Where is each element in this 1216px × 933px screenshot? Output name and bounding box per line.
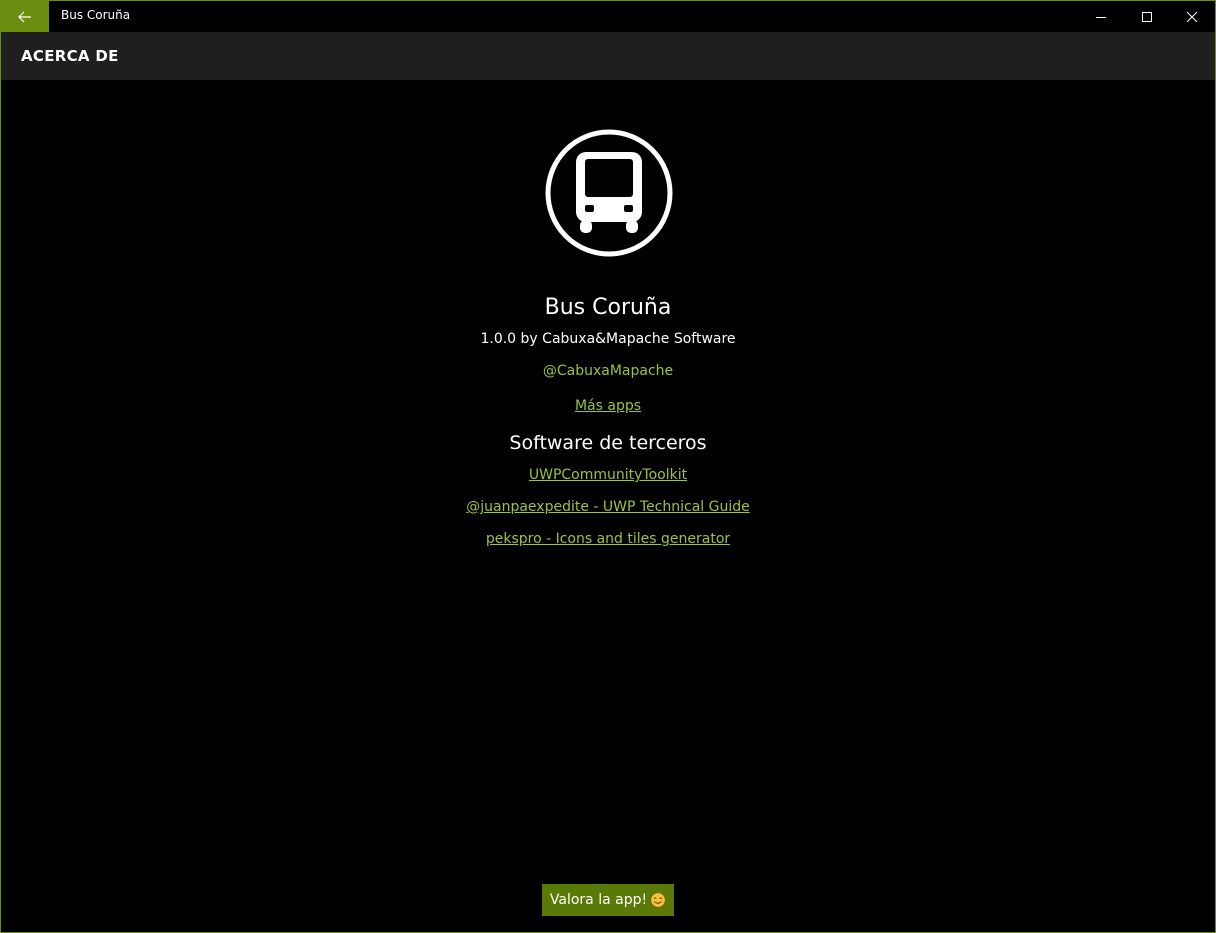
uwp-technical-guide-link[interactable]: @juanpaexpedite - UWP Technical Guide <box>466 499 750 515</box>
window-title: Bus Coruña <box>61 8 131 22</box>
smiley-icon <box>650 892 666 908</box>
page-header: ACERCA DE <box>1 32 1215 80</box>
app-window: Bus Coruña ACERCA DE Bus Coruña 1.0.0 by… <box>0 0 1216 933</box>
third-party-item: pekspro - Icons and tiles generator <box>1 528 1215 547</box>
close-button[interactable] <box>1169 1 1215 32</box>
rate-app-button[interactable]: Valora la app! <box>542 884 674 916</box>
more-apps-link[interactable]: Más apps <box>575 398 641 414</box>
close-icon <box>1187 11 1197 22</box>
version-info: 1.0.0 by Cabuxa&Mapache Software <box>480 331 736 347</box>
bus-icon <box>545 129 673 257</box>
more-apps-row: Más apps <box>1 395 1215 414</box>
title-bar: Bus Coruña <box>1 1 1215 32</box>
third-party-item: UWPCommunityToolkit <box>1 464 1215 483</box>
icons-tiles-generator-link[interactable]: pekspro - Icons and tiles generator <box>486 531 730 547</box>
rate-app-label: Valora la app! <box>549 892 648 908</box>
app-name: Bus Coruña <box>544 295 672 320</box>
about-content: Bus Coruña 1.0.0 by Cabuxa&Mapache Softw… <box>1 80 1215 932</box>
back-button[interactable] <box>1 1 49 32</box>
page-title: ACERCA DE <box>21 47 119 65</box>
minimize-icon <box>1096 16 1106 18</box>
arrow-left-icon <box>18 11 31 22</box>
maximize-button[interactable] <box>1124 1 1170 32</box>
third-party-item: @juanpaexpedite - UWP Technical Guide <box>1 496 1215 515</box>
uwp-community-toolkit-link[interactable]: UWPCommunityToolkit <box>529 467 687 483</box>
third-party-heading: Software de terceros <box>509 432 707 454</box>
minimize-button[interactable] <box>1078 1 1124 32</box>
maximize-icon <box>1142 11 1152 22</box>
twitter-handle-text[interactable]: @CabuxaMapache <box>543 363 673 379</box>
twitter-handle: @CabuxaMapache <box>1 363 1215 379</box>
